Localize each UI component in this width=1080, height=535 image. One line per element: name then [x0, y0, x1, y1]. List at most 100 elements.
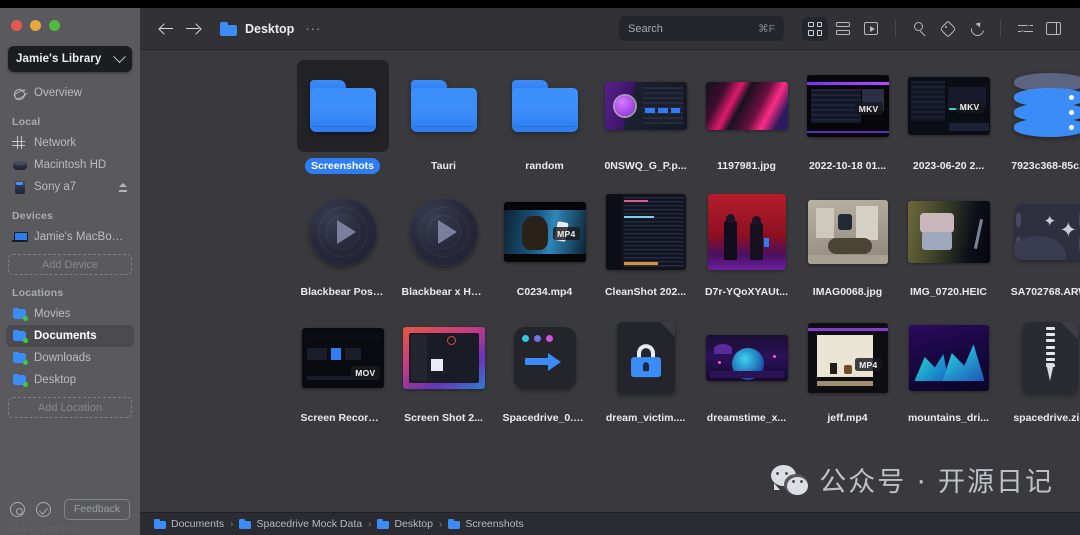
file-item[interactable]: MOV Screen Recordi...: [292, 312, 393, 426]
toolbar-divider: [1000, 20, 1001, 37]
sidebar-item-network[interactable]: Network: [6, 132, 134, 154]
sidebar-item-sony-a7[interactable]: Sony a7: [6, 176, 134, 198]
breadcrumb: Documents › Spacedrive Mock Data › Deskt…: [140, 512, 1080, 535]
drive-icon: [12, 158, 27, 173]
breadcrumb-label: Documents: [171, 518, 225, 530]
add-location-button[interactable]: Add Location: [8, 397, 132, 418]
sidebar-item-label: Jamie's MacBook...: [34, 231, 128, 243]
refresh-button[interactable]: [963, 17, 989, 41]
sidebar-item-movies[interactable]: Movies: [6, 303, 134, 325]
maximize-button[interactable]: [49, 20, 60, 31]
eject-icon[interactable]: [118, 182, 128, 192]
audio-icon: [409, 198, 478, 266]
key-button[interactable]: [907, 17, 933, 41]
video-preview: MP4: [503, 202, 586, 262]
file-label: 0NSWQ_G_P.p...: [604, 160, 687, 172]
image-preview: [907, 201, 990, 263]
file-item[interactable]: Tauri: [393, 60, 494, 174]
zip-file-icon: [1021, 322, 1078, 394]
file-label: SA702768.ARW: [1010, 286, 1080, 298]
thumbnail: MKV: [802, 60, 894, 152]
file-item[interactable]: mountains_dri...: [898, 312, 999, 426]
file-item[interactable]: ✦ ✦ SA702768.ARW: [999, 186, 1080, 300]
file-item[interactable]: D7r-YQoXYAUt...: [696, 186, 797, 300]
gear-icon[interactable]: [10, 501, 25, 517]
library-selector[interactable]: Jamie's Library: [8, 46, 132, 72]
image-preview: [807, 200, 888, 264]
file-item[interactable]: MP4 jeff.mp4: [797, 312, 898, 426]
file-item[interactable]: random: [494, 60, 595, 174]
grid-view-button[interactable]: [802, 16, 828, 41]
main-area: Desktop ··· Search ⌘F Screenshots Tauri …: [140, 8, 1080, 535]
folder-icon: [239, 519, 252, 529]
add-device-button[interactable]: Add Device: [8, 254, 132, 275]
file-item[interactable]: spacedrive.zip: [999, 312, 1080, 426]
folder-icon: [12, 329, 28, 344]
file-grid: Screenshots Tauri random 0NSWQ_G_P.p... …: [140, 60, 1080, 426]
options-button[interactable]: [1012, 17, 1038, 41]
arrow-right-icon[interactable]: [180, 18, 206, 40]
image-preview: [604, 82, 687, 130]
feedback-button[interactable]: Feedback: [63, 498, 130, 520]
search-input[interactable]: Search ⌘F: [619, 16, 784, 41]
file-item[interactable]: MP4 C0234.mp4: [494, 186, 595, 300]
inspector-button[interactable]: [1040, 17, 1066, 41]
tag-button[interactable]: [935, 17, 961, 41]
file-item[interactable]: Screenshots: [292, 60, 393, 174]
folder-icon: [220, 22, 237, 36]
rows-icon: [836, 22, 850, 35]
sidebar-item-overview[interactable]: Overview: [6, 82, 134, 104]
folder-icon: [410, 80, 477, 132]
file-label: random: [525, 160, 564, 172]
sidebar-item-desktop[interactable]: Desktop: [6, 369, 134, 391]
file-item[interactable]: Blackbear x Ho...: [393, 186, 494, 300]
list-view-button[interactable]: [830, 17, 856, 41]
file-item[interactable]: Blackbear Post...: [292, 186, 393, 300]
app-icon: [513, 327, 576, 389]
file-label: spacedrive.zip: [1013, 412, 1080, 424]
file-item[interactable]: dreamstime_x...: [696, 312, 797, 426]
media-view-button[interactable]: [858, 17, 884, 41]
sidebar-item-documents[interactable]: Documents: [6, 325, 134, 347]
file-item[interactable]: IMG_0720.HEIC: [898, 186, 999, 300]
breadcrumb-separator: ›: [368, 518, 372, 530]
breadcrumb-item-screenshots[interactable]: Screenshots: [448, 518, 524, 530]
file-item[interactable]: 0NSWQ_G_P.p...: [595, 60, 696, 174]
arrow-left-icon[interactable]: [154, 18, 180, 40]
file-item[interactable]: MKV 2023-06-20 2...: [898, 60, 999, 174]
file-item[interactable]: IMAG0068.jpg: [797, 186, 898, 300]
close-button[interactable]: [11, 20, 22, 31]
traffic-lights: [0, 8, 140, 40]
file-label: mountains_dri...: [907, 412, 990, 424]
folder-icon: [448, 519, 461, 529]
file-item[interactable]: CleanShot 202...: [595, 186, 696, 300]
file-label: CleanShot 202...: [604, 286, 687, 298]
planet-icon: [12, 86, 27, 101]
breadcrumb-item-desktop[interactable]: Desktop: [377, 518, 433, 530]
check-circle-icon[interactable]: [36, 501, 51, 517]
toolbar: Desktop ··· Search ⌘F: [140, 8, 1080, 50]
refresh-icon: [969, 21, 984, 36]
file-item[interactable]: 1197981.jpg: [696, 60, 797, 174]
sidebar-item-macintosh-hd[interactable]: Macintosh HD: [6, 154, 134, 176]
breadcrumb-item-spacedrive-mock-data[interactable]: Spacedrive Mock Data: [239, 518, 362, 530]
sidebar-nav: Overview Local Network Macintosh HD Sony…: [0, 72, 140, 483]
file-item[interactable]: 7923c368-85c...: [999, 60, 1080, 174]
sidebar-item-label: Macintosh HD: [34, 159, 107, 171]
sidebar-item-macbook[interactable]: Jamie's MacBook...: [6, 226, 134, 248]
image-preview: [402, 327, 485, 389]
sidebar-item-downloads[interactable]: Downloads: [6, 347, 134, 369]
file-item[interactable]: dream_victim....: [595, 312, 696, 426]
file-item[interactable]: Screen Shot 2...: [393, 312, 494, 426]
sidebar-item-label: Sony a7: [34, 181, 77, 193]
status-dot: [23, 337, 28, 343]
breadcrumb-item-documents[interactable]: Documents: [154, 518, 224, 530]
key-icon: [913, 21, 928, 36]
overflow-menu-button[interactable]: ···: [305, 21, 321, 36]
image-preview: [908, 325, 989, 391]
minimize-button[interactable]: [30, 20, 41, 31]
file-item[interactable]: Spacedrive_0.1...: [494, 312, 595, 426]
encrypted-file-icon: [616, 322, 675, 394]
breadcrumb-label: Desktop: [394, 518, 433, 530]
file-item[interactable]: MKV 2022-10-18 01...: [797, 60, 898, 174]
